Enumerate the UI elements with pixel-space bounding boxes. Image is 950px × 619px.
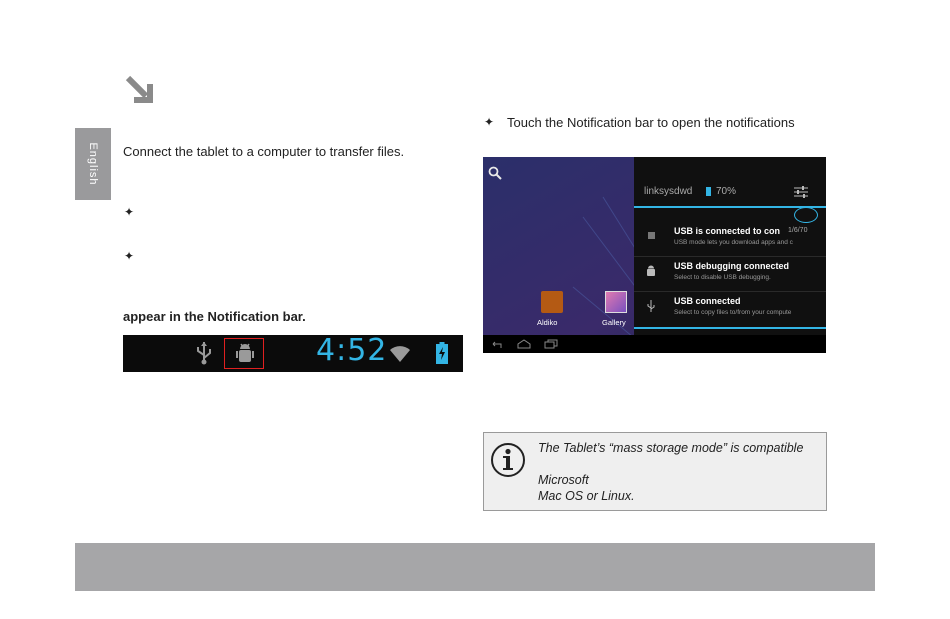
- notification-subtitle: Select to copy files to/from your comput…: [674, 309, 792, 316]
- info-line: Mac OS or Linux.: [538, 489, 635, 503]
- panel-bottom-divider: [634, 327, 826, 329]
- footer-bar: [75, 543, 875, 591]
- gallery-app-icon[interactable]: [605, 291, 627, 313]
- notification-subtitle: USB mode lets you download apps and c: [674, 239, 793, 246]
- bullet-icon: ✦: [484, 115, 495, 129]
- notification-bar-caption: appear in the Notification bar.: [123, 309, 306, 324]
- android-debug-icon: [236, 343, 254, 362]
- tablet-screenshot: Aldiko Gallery linksysdwd 70% USB is con…: [483, 157, 826, 353]
- bullet-icon: ✦: [124, 249, 135, 263]
- notification-title: USB connected: [674, 296, 741, 306]
- status-bar-image: 4:52: [123, 333, 463, 372]
- diagonal-arrow-icon: [125, 75, 153, 103]
- app-label: Gallery: [602, 318, 626, 327]
- usb-icon: [197, 342, 211, 365]
- panel-divider: [634, 206, 826, 208]
- notification-title: USB is connected to con: [674, 226, 781, 236]
- usb-icon: [647, 300, 655, 312]
- info-note-box: The Tablet’s “mass storage mode” is comp…: [483, 432, 827, 511]
- notification-subtitle: Select to disable USB debugging.: [674, 274, 771, 281]
- app-label: Aldiko: [537, 318, 558, 327]
- back-icon[interactable]: [491, 339, 503, 349]
- quick-settings-icon[interactable]: [794, 186, 808, 198]
- wifi-icon: [390, 346, 410, 362]
- notification-item[interactable]: USB debugging connected Select to disabl…: [634, 257, 826, 291]
- aldiko-app-icon[interactable]: [541, 291, 563, 313]
- language-tab-label: English: [87, 142, 99, 186]
- home-icon[interactable]: [517, 339, 531, 349]
- status-time: 4:52: [316, 333, 388, 368]
- battery-charging-icon: [436, 342, 448, 364]
- info-line: Microsoft: [538, 473, 589, 487]
- notification-item[interactable]: USB connected Select to copy files to/fr…: [634, 292, 826, 326]
- navigation-bar: [483, 335, 826, 353]
- notification-item[interactable]: USB is connected to con 1/6/70 USB mode …: [634, 221, 826, 256]
- network-name: linksysdwd: [644, 186, 693, 197]
- recent-apps-icon[interactable]: [544, 339, 558, 349]
- battery-icon: [706, 187, 711, 196]
- instruction-text: Touch the Notification bar to open the n…: [507, 115, 795, 130]
- bullet-icon: ✦: [124, 205, 135, 219]
- notification-time: 1/6/70: [788, 227, 808, 234]
- battery-percent: 70%: [716, 186, 737, 197]
- storage-icon: [648, 232, 655, 239]
- info-line: The Tablet’s “mass storage mode” is comp…: [538, 441, 804, 455]
- info-icon: [491, 443, 525, 477]
- android-debug-icon: [647, 265, 655, 276]
- intro-text: Connect the tablet to a computer to tran…: [123, 144, 405, 159]
- notification-panel: linksysdwd 70% USB is connected to con 1…: [634, 157, 826, 335]
- search-icon[interactable]: [488, 166, 502, 180]
- notification-title: USB debugging connected: [674, 261, 790, 271]
- language-tab: English: [75, 128, 111, 200]
